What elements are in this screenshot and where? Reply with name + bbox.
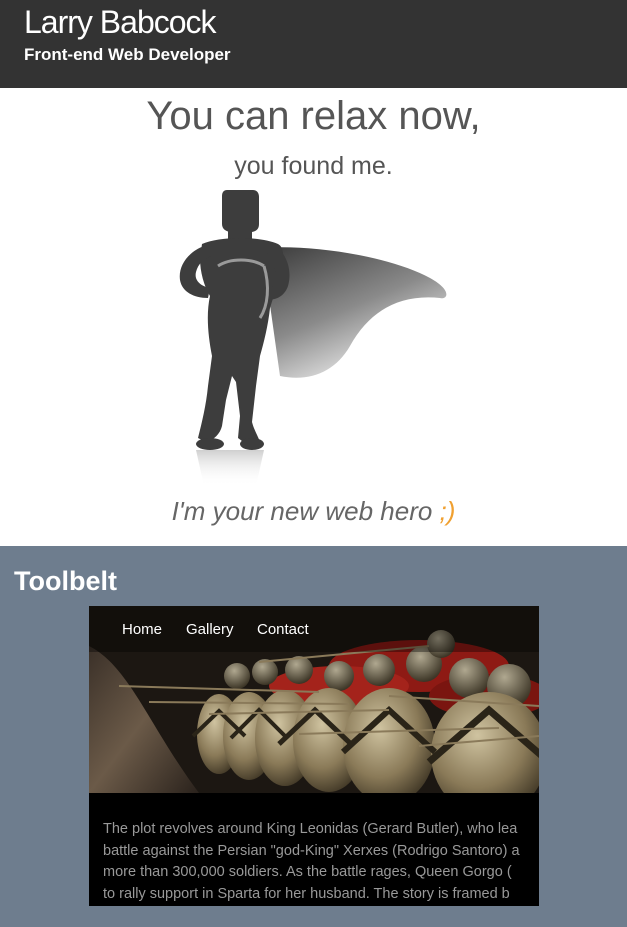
description-line: to rally support in Sparta for her husba… (103, 885, 510, 902)
nav-link-home[interactable]: Home (122, 621, 162, 638)
demo-preview: Home Gallery Contact The plot revolves a… (89, 606, 539, 906)
description-line: more than 300,000 soldiers. As the battl… (103, 864, 512, 880)
hero-subheading: you found me. (234, 152, 393, 180)
superhero-silhouette-icon (179, 190, 447, 486)
hero-footer: I'm your new web hero ;) (0, 496, 627, 527)
hero-footer-wink: ;) (439, 496, 456, 526)
nav-link-contact[interactable]: Contact (257, 621, 309, 638)
site-name: Larry Babcock (24, 4, 217, 40)
site-tagline: Front-end Web Developer (24, 45, 231, 64)
hero-footer-text: I'm your new web hero (171, 496, 433, 526)
description-line: battle against the Persian "god-King" Xe… (103, 842, 520, 859)
demo-nav: Home Gallery Contact (89, 606, 539, 652)
demo-description: The plot revolves around King Leonidas (… (103, 819, 539, 905)
hero-section: You can relax now, you found me. I'm you… (0, 88, 627, 546)
hero-heading: You can relax now, (146, 94, 481, 138)
nav-link-gallery[interactable]: Gallery (186, 621, 234, 638)
site-header: Larry Babcock Front-end Web Developer (0, 0, 627, 88)
toolbelt-title: Toolbelt (14, 566, 117, 596)
toolbelt-section: Toolbelt Home Gallery Contact The plot r… (0, 546, 627, 927)
description-line: The plot revolves around King Leonidas (… (103, 821, 518, 837)
